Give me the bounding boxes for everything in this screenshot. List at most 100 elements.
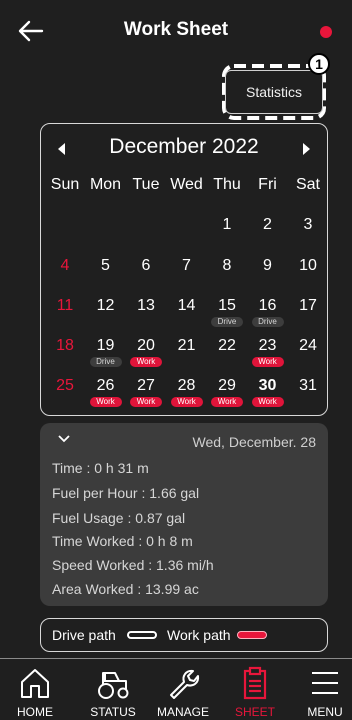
calendar-day-number: 24 xyxy=(299,337,317,354)
calendar-day-number: 2 xyxy=(263,216,272,233)
chevron-down-icon[interactable] xyxy=(58,433,70,445)
calendar-day[interactable]: 10 xyxy=(288,257,328,277)
step-badge: 1 xyxy=(308,53,330,75)
work-tag: Work xyxy=(251,397,284,407)
work-tag: Work xyxy=(251,357,284,367)
calendar-day[interactable]: 17 xyxy=(288,297,328,317)
calendar-header: December 2022 xyxy=(41,134,327,164)
calendar-day-number: 14 xyxy=(177,297,196,314)
calendar-day[interactable]: 8 xyxy=(207,257,247,277)
calendar-day[interactable]: 21 xyxy=(167,337,207,357)
nav-menu[interactable]: MENU xyxy=(290,659,352,720)
calendar-day[interactable]: 27 Work xyxy=(126,377,166,407)
drive-tag: Drive xyxy=(251,317,284,327)
calendar-day[interactable]: 19 Drive xyxy=(86,337,126,367)
calendar-day[interactable]: 1 xyxy=(207,216,247,236)
calendar-day-number: 21 xyxy=(177,337,196,354)
calendar-day[interactable]: 14 xyxy=(167,297,207,317)
calendar-day[interactable]: 25 xyxy=(45,377,85,397)
calendar-day[interactable]: 9 xyxy=(248,257,288,277)
calendar-day[interactable]: 31 xyxy=(288,377,328,397)
calendar-day[interactable]: 12 xyxy=(86,297,126,317)
area-worked-value: Area Worked : 13.99 ac xyxy=(52,581,199,597)
fuel-per-hour-value: Fuel per Hour : 1.66 gal xyxy=(52,485,200,501)
calendar-day[interactable]: 28 Work xyxy=(167,377,207,407)
calendar-day-number: 12 xyxy=(96,297,115,314)
path-legend: Drive path Work path xyxy=(40,618,328,652)
calendar-day-number: 17 xyxy=(299,297,317,314)
calendar-day-number: 23 xyxy=(258,337,277,354)
nav-status[interactable]: STATUS xyxy=(78,659,148,720)
calendar-day[interactable]: 4 xyxy=(45,257,85,277)
selected-date: Wed, December. 28 xyxy=(192,434,316,450)
nav-sheet[interactable]: SHEET xyxy=(220,659,290,720)
calendar-day-number: 1 xyxy=(222,216,232,233)
calendar-day-number: 6 xyxy=(141,257,151,274)
calendar-day[interactable]: 2 xyxy=(248,216,288,236)
calendar-day[interactable]: 30 Work xyxy=(248,377,288,407)
calendar-day[interactable]: 23 Work xyxy=(248,337,288,367)
drive-path-label: Drive path xyxy=(52,627,116,643)
work-tag: Work xyxy=(130,357,162,367)
calendar-day-number: 28 xyxy=(177,377,196,394)
calendar-day-number: 22 xyxy=(218,337,236,354)
statistics-button[interactable]: Statistics xyxy=(225,70,323,114)
weekday-label: Sun xyxy=(50,176,80,193)
calendar-day[interactable]: 13 xyxy=(126,297,166,317)
work-tag: Work xyxy=(211,397,243,407)
nav-sheet-label: SHEET xyxy=(234,705,275,719)
calendar-day[interactable]: 29 Work xyxy=(207,377,247,407)
page-title: Work Sheet xyxy=(123,19,229,40)
fuel-usage-value: Fuel Usage : 0.87 gal xyxy=(52,510,186,526)
status-dot-icon xyxy=(320,26,332,38)
calendar-day-number: 8 xyxy=(222,257,232,274)
calendar-day-number: 18 xyxy=(56,337,74,354)
weekday-label: Sat xyxy=(295,176,320,193)
calendar-day[interactable]: 22 xyxy=(207,337,247,357)
drive-tag: Drive xyxy=(89,357,122,367)
calendar-day[interactable]: 6 xyxy=(126,257,166,277)
calendar-day[interactable]: 18 xyxy=(45,337,85,357)
calendar-day-number: 9 xyxy=(263,257,272,274)
work-tag: Work xyxy=(89,397,122,407)
nav-menu-label: MENU xyxy=(307,705,343,719)
speed-worked-value: Speed Worked : 1.36 mi/h xyxy=(52,557,214,573)
bottom-navigation: HOME STATUS MANAGE SHEET MENU xyxy=(0,658,352,720)
calendar-day[interactable]: 20 Work xyxy=(126,337,166,367)
calendar-day-number: 31 xyxy=(299,377,317,394)
calendar-day[interactable]: 15 Drive xyxy=(207,297,247,327)
work-path-swatch xyxy=(237,631,267,639)
calendar-day[interactable]: 7 xyxy=(167,257,207,277)
nav-manage-label: MANAGE xyxy=(156,705,209,719)
work-tag: Work xyxy=(130,397,162,407)
nav-manage[interactable]: MANAGE xyxy=(148,659,218,720)
top-bar: Work Sheet xyxy=(0,0,352,62)
nav-home[interactable]: HOME xyxy=(0,659,70,720)
calendar-day-number: 4 xyxy=(60,257,70,274)
calendar-day[interactable]: 3 xyxy=(288,216,328,236)
menu-icon xyxy=(312,672,338,694)
calendar-day[interactable]: 11 xyxy=(45,297,85,317)
clipboard-icon xyxy=(243,666,267,700)
calendar-day-number: 11 xyxy=(56,297,74,314)
weekday-label: Mon xyxy=(89,176,122,193)
calendar-day-number: 16 xyxy=(258,297,277,314)
calendar-day-number: 26 xyxy=(96,377,115,394)
work-tag: Work xyxy=(170,397,203,407)
calendar-day-number: 10 xyxy=(299,257,317,274)
calendar-day[interactable]: 24 xyxy=(288,337,328,357)
weekday-label: Fri xyxy=(258,176,277,193)
next-month-icon[interactable] xyxy=(303,143,310,155)
nav-status-label: STATUS xyxy=(90,705,136,719)
weekday-label: Thu xyxy=(213,176,241,193)
calendar-day[interactable]: 16 Drive xyxy=(248,297,288,327)
calendar-day[interactable]: 26 Work xyxy=(86,377,126,407)
calendar-day-number: 20 xyxy=(137,337,155,354)
calendar-month: December 2022 xyxy=(109,135,259,158)
work-path-label: Work path xyxy=(167,627,231,643)
calendar-day-number: 15 xyxy=(218,297,236,314)
calendar-day-number: 29 xyxy=(218,377,236,394)
calendar-day[interactable]: 5 xyxy=(86,257,126,277)
calendar-day-number: 27 xyxy=(137,377,155,394)
drive-tag: Drive xyxy=(211,317,243,327)
